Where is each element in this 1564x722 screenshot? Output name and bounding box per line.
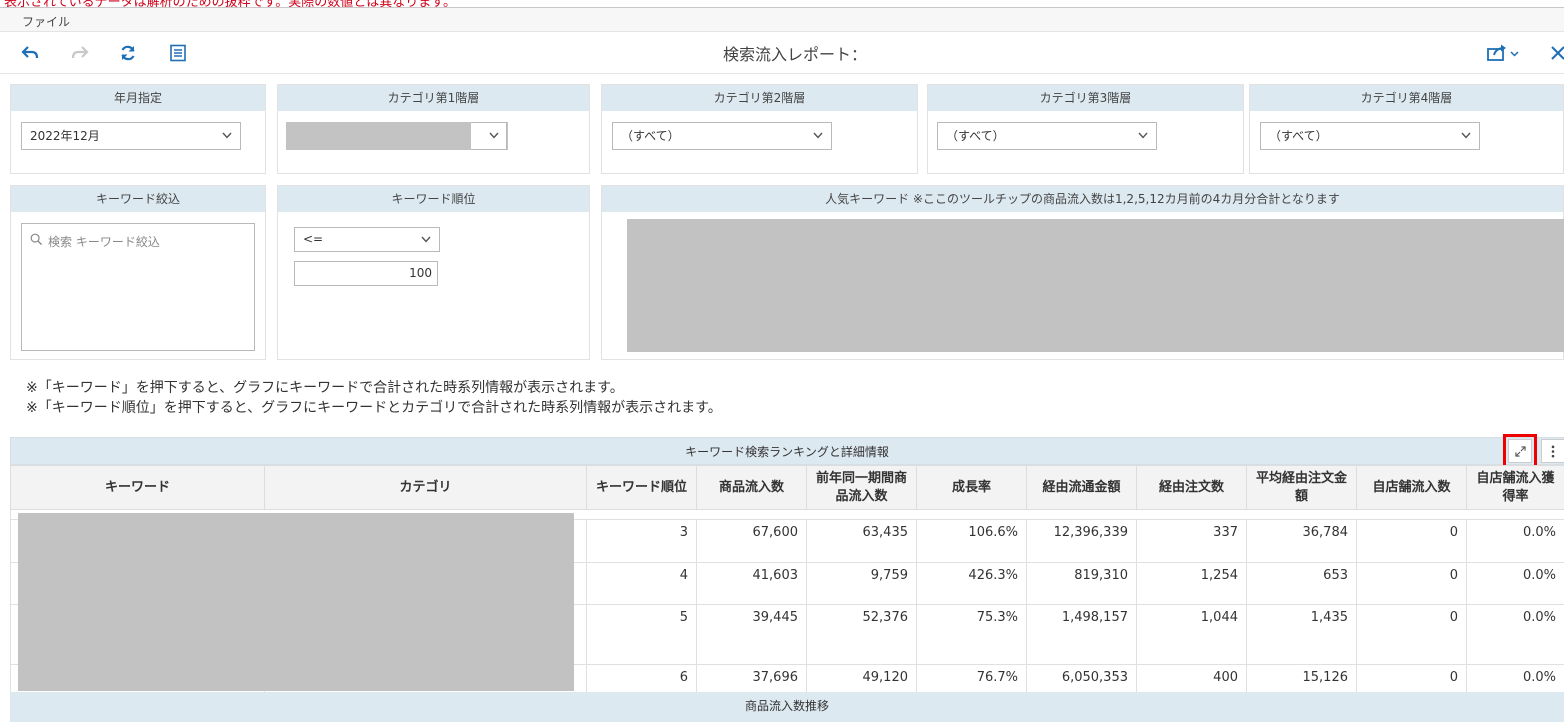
chevron-down-icon xyxy=(421,236,431,243)
rank-operator-select[interactable]: <= xyxy=(294,227,440,252)
category3-panel: カテゴリ第3階層 （すべて） xyxy=(927,84,1244,174)
cell-orders: 1,254 xyxy=(1136,562,1247,605)
cell-own-inflow: 0 xyxy=(1356,562,1467,605)
chevron-down-icon xyxy=(1138,132,1148,139)
grid-title-text: キーワード検索ランキングと詳細情報 xyxy=(685,445,889,459)
top-banner: 表示されているデータは解析のための抜粋です。実際の数値とは異なります。 xyxy=(0,0,1564,8)
rank-value-input[interactable]: 100 xyxy=(294,261,438,286)
category2-select[interactable]: （すべて） xyxy=(612,122,832,150)
notes: ※「キーワード」を押下すると、グラフにキーワードで合計された時系列情報が表示され… xyxy=(26,378,722,418)
year-month-value: 2022年12月 xyxy=(30,129,100,143)
note-1: ※「キーワード」を押下すると、グラフにキーワードで合計された時系列情報が表示され… xyxy=(26,380,624,396)
col-orders[interactable]: 経由注文数 xyxy=(1136,465,1247,510)
cell-prev-inflow: 52,376 xyxy=(806,604,917,665)
cell-rank[interactable]: 5 xyxy=(586,604,697,665)
category3-value: （すべて） xyxy=(946,129,1005,143)
col-prev-inflow[interactable]: 前年同一期間商品流入数 xyxy=(806,465,917,510)
rank-operator-value: <= xyxy=(303,232,324,246)
col-amount[interactable]: 経由流通金額 xyxy=(1026,465,1137,510)
category1-select[interactable] xyxy=(286,122,508,150)
col-avg-order[interactable]: 平均経由注文金額 xyxy=(1246,465,1357,510)
cell-prev-inflow: 9,759 xyxy=(806,562,917,605)
category1-label: カテゴリ第1階層 xyxy=(278,85,589,111)
col-inflow[interactable]: 商品流入数 xyxy=(696,465,807,510)
year-month-panel: 年月指定 2022年12月 xyxy=(10,84,266,174)
cell-growth: 106.6% xyxy=(916,519,1027,563)
report-title: 検索流入レポート： xyxy=(722,45,867,64)
share-icon[interactable] xyxy=(1484,42,1524,64)
col-own-rate[interactable]: 自店舗流入獲得率 xyxy=(1466,465,1564,510)
menu-file[interactable]: ファイル xyxy=(22,13,70,30)
cell-inflow: 39,445 xyxy=(696,604,807,665)
cell-orders: 1,044 xyxy=(1136,604,1247,665)
menu-bar: ファイル xyxy=(0,8,1564,32)
chevron-down-icon xyxy=(1461,132,1471,139)
category3-select[interactable]: （すべて） xyxy=(937,122,1157,150)
cell-rank[interactable]: 4 xyxy=(586,562,697,605)
cell-amount: 12,396,339 xyxy=(1026,519,1137,563)
cell-avg-order: 1,435 xyxy=(1246,604,1357,665)
year-month-select[interactable]: 2022年12月 xyxy=(21,122,241,150)
cell-orders: 337 xyxy=(1136,519,1247,563)
keyword-rank-panel: キーワード順位 <= 100 xyxy=(277,185,590,360)
category4-panel: カテゴリ第4階層 （すべて） xyxy=(1249,84,1564,174)
cell-amount: 1,498,157 xyxy=(1026,604,1137,665)
grid-title: キーワード検索ランキングと詳細情報 xyxy=(10,437,1564,465)
cell-own-inflow: 0 xyxy=(1356,604,1467,665)
cell-own-rate: 0.0% xyxy=(1466,519,1564,563)
cell-avg-order: 653 xyxy=(1246,562,1357,605)
col-keyword[interactable]: キーワード xyxy=(10,465,265,510)
trend-panel-title: 商品流入数推移 xyxy=(10,692,1564,722)
cell-prev-inflow: 63,435 xyxy=(806,519,917,563)
trend-title-text: 商品流入数推移 xyxy=(744,699,829,713)
close-icon[interactable] xyxy=(1546,42,1564,64)
category4-select[interactable]: （すべて） xyxy=(1260,122,1480,150)
category4-value: （すべて） xyxy=(1269,129,1328,143)
popular-keyword-panel: 人気キーワード ※ここのツールチップの商品流入数は1,2,5,12カ月前の4カ月… xyxy=(601,185,1564,360)
more-vertical-icon xyxy=(1551,445,1555,457)
cell-growth: 426.3% xyxy=(916,562,1027,605)
chevron-down-icon xyxy=(813,132,823,139)
popular-keyword-label: 人気キーワード ※ここのツールチップの商品流入数は1,2,5,12カ月前の4カ月… xyxy=(602,186,1563,212)
cell-own-rate: 0.0% xyxy=(1466,604,1564,665)
cell-own-inflow: 0 xyxy=(1356,519,1467,563)
search-icon xyxy=(30,233,43,246)
cell-inflow: 67,600 xyxy=(696,519,807,563)
more-menu-button[interactable] xyxy=(1541,439,1564,463)
redacted-word-cloud xyxy=(627,219,1564,352)
keyword-filter-panel: キーワード絞込 検索 キーワード絞込 xyxy=(10,185,266,360)
cell-own-rate: 0.0% xyxy=(1466,562,1564,605)
col-category[interactable]: カテゴリ xyxy=(264,465,587,510)
cell-avg-order: 36,784 xyxy=(1246,519,1357,563)
category2-label: カテゴリ第2階層 xyxy=(602,85,917,111)
keyword-filter-label: キーワード絞込 xyxy=(11,186,265,212)
redacted-keywords xyxy=(18,513,574,691)
chevron-down-icon xyxy=(222,132,232,139)
category4-label: カテゴリ第4階層 xyxy=(1250,85,1563,111)
category2-panel: カテゴリ第2階層 （すべて） xyxy=(601,84,918,174)
cell-rank[interactable]: 3 xyxy=(586,519,697,563)
year-month-label: 年月指定 xyxy=(11,85,265,111)
table-header: キーワード カテゴリ キーワード順位 商品流入数 前年同一期間商品流入数 成長率… xyxy=(10,465,1564,510)
category1-panel: カテゴリ第1階層 xyxy=(277,84,590,174)
cell-inflow: 41,603 xyxy=(696,562,807,605)
highlight-box xyxy=(1503,434,1537,468)
keyword-filter-placeholder: 検索 キーワード絞込 xyxy=(48,235,160,249)
cell-amount: 819,310 xyxy=(1026,562,1137,605)
note-2: ※「キーワード順位」を押下すると、グラフにキーワードとカテゴリで合計された時系列… xyxy=(26,400,722,416)
chevron-down-icon xyxy=(489,132,499,139)
col-growth[interactable]: 成長率 xyxy=(916,465,1027,510)
category2-value: （すべて） xyxy=(621,129,680,143)
rank-value: 100 xyxy=(409,266,432,280)
cell-growth: 75.3% xyxy=(916,604,1027,665)
keyword-rank-label: キーワード順位 xyxy=(278,186,589,212)
col-rank[interactable]: キーワード順位 xyxy=(586,465,697,510)
col-own-inflow[interactable]: 自店舗流入数 xyxy=(1356,465,1467,510)
category3-label: カテゴリ第3階層 xyxy=(928,85,1243,111)
toolbar: 検索流入レポート： xyxy=(0,32,1564,74)
keyword-filter-input[interactable]: 検索 キーワード絞込 xyxy=(21,223,255,351)
